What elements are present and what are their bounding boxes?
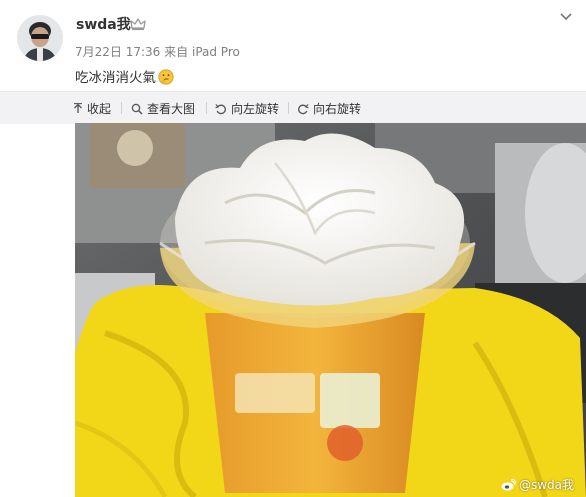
photo-image <box>75 123 586 497</box>
rotate-right-label: 向右旋转 <box>313 102 362 116</box>
post-source: iPad Pro <box>191 45 240 59</box>
post-text: 吃冰消消火氣 <box>75 66 174 89</box>
rotate-left-label: 向左旋转 <box>231 102 280 116</box>
collapse-label: 收起 <box>87 102 112 116</box>
toolbar-divider <box>288 102 289 114</box>
post-date[interactable]: 7月22日 17:36 <box>75 45 160 59</box>
chevron-down-icon[interactable] <box>560 12 572 22</box>
watermark-text: @swda我 <box>518 478 574 492</box>
username-link[interactable]: swda我 <box>76 14 131 34</box>
post-meta: 7月22日 17:36 来自 iPad Pro <box>75 43 240 60</box>
rotate-right-icon <box>298 103 309 114</box>
toolbar-divider <box>206 102 207 114</box>
view-large-label: 查看大图 <box>147 102 196 116</box>
avatar[interactable] <box>17 15 63 61</box>
thinking-face-icon <box>158 69 174 89</box>
rotate-left-button[interactable]: 向左旋转 <box>215 100 279 117</box>
media-toolbar: 收起 查看大图 向左旋转 向右旋转 <box>0 91 586 124</box>
post-photo[interactable]: @swda我 <box>75 123 586 497</box>
rotate-left-icon <box>215 103 226 114</box>
source-prefix: 来自 <box>164 45 189 59</box>
vip-crown-icon[interactable] <box>130 17 146 31</box>
weibo-logo-icon <box>501 478 516 490</box>
view-large-button[interactable]: 查看大图 <box>131 100 195 117</box>
magnifier-icon <box>131 103 143 115</box>
rotate-right-button[interactable]: 向右旋转 <box>297 100 361 117</box>
avatar-image <box>17 15 63 61</box>
post-text-content: 吃冰消消火氣 <box>75 70 156 86</box>
toolbar-divider <box>121 102 122 114</box>
photo-watermark: @swda我 <box>501 476 574 493</box>
collapse-button[interactable]: 收起 <box>73 100 111 117</box>
collapse-arrow-icon <box>74 103 82 113</box>
